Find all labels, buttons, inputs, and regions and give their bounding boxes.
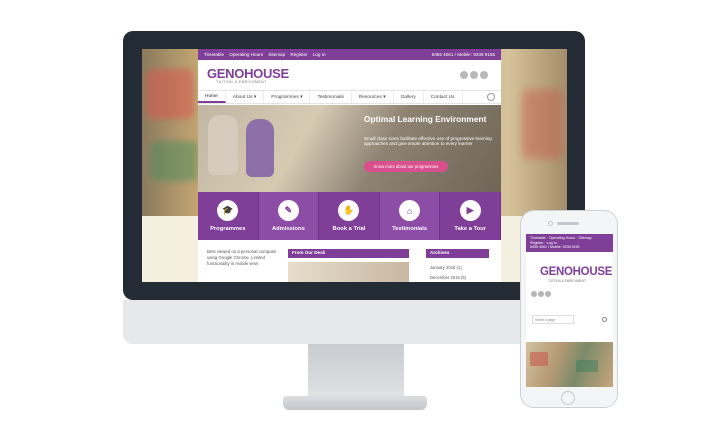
hero-banner: Optimal Learning Environment Small class… bbox=[198, 105, 501, 192]
background-shape bbox=[522, 89, 562, 159]
archive-link[interactable]: December 2015 (5) bbox=[430, 273, 490, 282]
hero-cta-button[interactable]: Know more about our programmes bbox=[364, 161, 448, 172]
hero-text: Small class sizes facilitate effective u… bbox=[364, 136, 492, 147]
link-operating-hours[interactable]: Operating Hours bbox=[229, 52, 263, 57]
hero-title: Optimal Learning Environment bbox=[364, 114, 487, 124]
mobile-utility-bar: Timetable · Operating Hours · Sitemap Re… bbox=[526, 234, 613, 252]
browser-notice: Best viewed on a personal computer using… bbox=[207, 249, 277, 267]
link-login[interactable]: Log In bbox=[313, 52, 326, 57]
instagram-icon[interactable] bbox=[545, 291, 551, 297]
tile-admissions[interactable]: ✎ Admissions bbox=[258, 192, 320, 240]
desk-post-image[interactable] bbox=[288, 262, 409, 282]
home-icon: ⌂ bbox=[399, 200, 421, 221]
social-links bbox=[460, 71, 488, 79]
nav-contact-us[interactable]: Contact Us bbox=[424, 91, 463, 103]
handshake-icon: ✋ bbox=[338, 200, 360, 221]
mobile-screen: Timetable · Operating Hours · Sitemap Re… bbox=[526, 234, 613, 387]
child-figure bbox=[246, 119, 274, 177]
website-page: Timetable Operating Hours Sitemap Regist… bbox=[198, 49, 501, 282]
from-our-desk-heading: From Our Desk bbox=[288, 249, 409, 258]
twitter-icon[interactable] bbox=[538, 291, 544, 297]
monitor-base bbox=[283, 396, 427, 410]
phone-home-button bbox=[561, 391, 575, 405]
background-shape bbox=[530, 352, 548, 366]
tile-label: Book a Trial bbox=[332, 226, 366, 232]
tile-label: Programmes bbox=[210, 226, 246, 232]
background-shape bbox=[576, 360, 598, 372]
instagram-icon[interactable] bbox=[480, 71, 488, 79]
mobile-phone-number: 6455 4061 / Mobile: 9236 9155 bbox=[530, 245, 580, 250]
archives-heading: Archives bbox=[426, 249, 489, 258]
pencil-icon: ✎ bbox=[277, 200, 299, 221]
facebook-icon[interactable] bbox=[531, 291, 537, 297]
nav-programmes[interactable]: Programmes ▾ bbox=[264, 91, 311, 103]
graduation-cap-icon: 🎓 bbox=[217, 200, 239, 221]
nav-gallery[interactable]: Gallery bbox=[394, 91, 424, 103]
phone-speaker bbox=[557, 222, 579, 225]
tile-testimonials[interactable]: ⌂ Testimonials bbox=[379, 192, 441, 240]
link-register[interactable]: Register bbox=[290, 52, 307, 57]
tile-label: Take a Tour bbox=[454, 226, 487, 232]
search-icon[interactable] bbox=[602, 317, 607, 322]
monitor-stand bbox=[308, 344, 404, 396]
desktop-screen: Timetable Operating Hours Sitemap Regist… bbox=[142, 49, 567, 282]
phone-number: 6455 4061 / Mobile: 9236 9155 bbox=[431, 52, 495, 57]
background-shape bbox=[146, 69, 194, 119]
tile-programmes[interactable]: 🎓 Programmes bbox=[198, 192, 259, 240]
tile-label: Testimonials bbox=[392, 226, 428, 232]
nav-resources[interactable]: Resources ▾ bbox=[352, 91, 394, 103]
nav-testimonials[interactable]: Testimonials bbox=[310, 91, 352, 103]
monitor-chin bbox=[123, 300, 585, 344]
mobile-social-links bbox=[531, 291, 551, 297]
feature-tiles: 🎓 Programmes ✎ Admissions ✋ Book a Trial… bbox=[198, 192, 501, 240]
archives-list: January 2016 (1) December 2015 (5) bbox=[430, 263, 490, 282]
logo-tagline: TUITION & ENRICHMENT bbox=[216, 80, 267, 84]
top-utility-bar: Timetable Operating Hours Sitemap Regist… bbox=[198, 49, 501, 60]
link-timetable[interactable]: Timetable bbox=[204, 52, 224, 57]
tile-label: Admissions bbox=[271, 226, 305, 232]
mobile-logo[interactable]: GENOHOUSE bbox=[540, 266, 612, 278]
search-icon[interactable] bbox=[487, 93, 495, 101]
tile-take-a-tour[interactable]: ▶ Take a Tour bbox=[440, 192, 501, 240]
play-icon: ▶ bbox=[459, 200, 481, 221]
site-logo[interactable]: GENOHOUSE bbox=[207, 66, 289, 81]
nav-home[interactable]: Home bbox=[198, 91, 226, 103]
background-shape bbox=[150, 141, 198, 181]
main-nav: Home About Us ▾ Programmes ▾ Testimonial… bbox=[198, 90, 501, 104]
archive-link[interactable]: January 2016 (1) bbox=[430, 263, 490, 273]
nav-about-us[interactable]: About Us ▾ bbox=[226, 91, 265, 103]
link-sitemap[interactable]: Sitemap bbox=[268, 52, 285, 57]
utility-links: Timetable Operating Hours Sitemap Regist… bbox=[204, 52, 330, 57]
tile-book-a-trial[interactable]: ✋ Book a Trial bbox=[319, 192, 380, 240]
mobile-logo-tagline: TUITION & ENRICHMENT bbox=[548, 279, 586, 283]
child-figure bbox=[208, 115, 238, 175]
facebook-icon[interactable] bbox=[460, 71, 468, 79]
twitter-icon[interactable] bbox=[470, 71, 478, 79]
mobile-page-select[interactable]: Select a page bbox=[532, 315, 574, 324]
phone-camera bbox=[548, 221, 553, 226]
